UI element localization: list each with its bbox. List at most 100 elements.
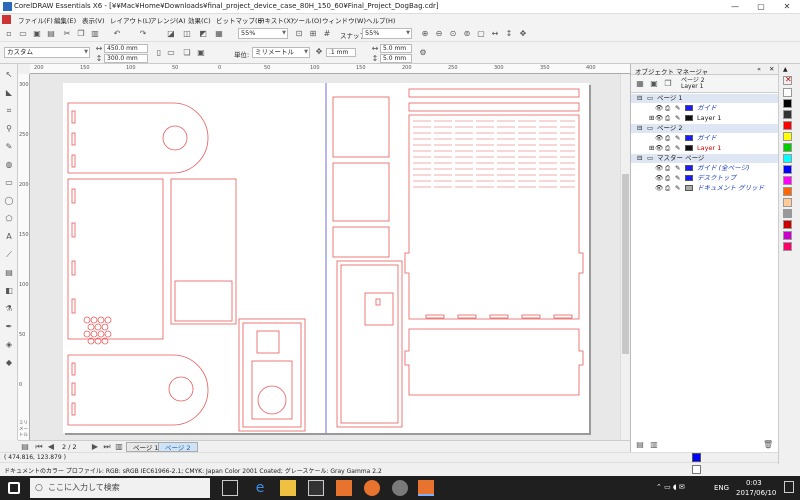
- print-icon[interactable]: ⎙: [665, 174, 670, 183]
- duplicate-y-field[interactable]: 5.0 mm: [380, 54, 412, 63]
- color-profile-info[interactable]: ドキュメントのカラー プロファイル: RGB: sRGB IEC61966-2.…: [4, 466, 382, 475]
- tree-layer-grid[interactable]: 👁 ⎙ ✎ ドキュメント グリッド: [631, 184, 779, 193]
- save-icon[interactable]: ▣: [32, 29, 42, 39]
- new-document-icon[interactable]: ▫: [4, 29, 14, 39]
- color-swatch[interactable]: [783, 88, 792, 97]
- transparency-tool-icon[interactable]: ◧: [4, 286, 14, 296]
- vertical-scrollbar[interactable]: [620, 74, 630, 440]
- connector-tool-icon[interactable]: ⟋: [4, 250, 14, 260]
- menu-edit[interactable]: 編集(E): [54, 15, 76, 25]
- zoom-width-icon[interactable]: ↔: [490, 29, 500, 39]
- color-swatch[interactable]: [783, 198, 792, 207]
- zoom-height-icon[interactable]: ↕: [504, 29, 514, 39]
- store-icon[interactable]: [308, 480, 324, 496]
- full-screen-icon[interactable]: ⊡: [294, 29, 304, 39]
- menu-layout[interactable]: レイアウト(L): [110, 15, 151, 25]
- edit-lock-icon[interactable]: ✎: [675, 134, 680, 143]
- document-page[interactable]: [63, 83, 589, 433]
- edge-browser-icon[interactable]: e: [252, 480, 268, 496]
- palette-scroll-up-icon[interactable]: ▲: [783, 66, 788, 73]
- zoom-all-icon[interactable]: ⊚: [462, 29, 472, 39]
- start-button-icon[interactable]: [8, 482, 20, 494]
- expand-icon[interactable]: ⊞: [649, 114, 654, 123]
- color-swatch[interactable]: [783, 242, 792, 251]
- tree-layer-guides-all[interactable]: 👁 ⎙ ✎ ガイド (全ページ): [631, 164, 779, 173]
- print-icon[interactable]: ⎙: [665, 164, 670, 173]
- color-swatch[interactable]: [783, 121, 792, 130]
- layer-color-swatch[interactable]: [685, 145, 693, 151]
- maximize-button[interactable]: ▢: [748, 0, 774, 14]
- paste-icon[interactable]: ▥: [90, 29, 100, 39]
- color-swatch[interactable]: [783, 143, 792, 152]
- menu-arrange[interactable]: アレンジ(A): [150, 15, 186, 25]
- coreldraw-app-icon[interactable]: [3, 2, 12, 11]
- color-swatch[interactable]: [783, 165, 792, 174]
- expand-icon[interactable]: ⊟: [637, 124, 642, 133]
- edit-lock-icon[interactable]: ✎: [675, 114, 680, 123]
- all-pages-icon[interactable]: ❏: [182, 48, 192, 58]
- close-button[interactable]: ✕: [774, 0, 800, 14]
- print-icon[interactable]: ⎙: [665, 184, 670, 193]
- eye-icon[interactable]: 👁: [655, 174, 663, 183]
- show-properties-icon[interactable]: ▦: [635, 79, 645, 89]
- horizontal-ruler[interactable]: 200 150 100 50 0 50 100 150 200 250 300 …: [30, 64, 630, 74]
- drop-shadow-tool-icon[interactable]: ▤: [4, 268, 14, 278]
- eye-icon[interactable]: 👁: [655, 184, 663, 193]
- layer-manager-icon[interactable]: ❐: [663, 79, 673, 89]
- print-icon[interactable]: ▤: [46, 29, 56, 39]
- eye-icon[interactable]: 👁: [655, 164, 663, 173]
- app-icon-orange[interactable]: [336, 480, 352, 496]
- tree-layer-desktop[interactable]: 👁 ⎙ ✎ デスクトップ: [631, 174, 779, 183]
- units-combo[interactable]: ミリメートル ▼: [252, 47, 310, 58]
- menu-view[interactable]: 表示(V): [82, 15, 105, 25]
- app-icon-gray[interactable]: [392, 480, 408, 496]
- outline-tool-icon[interactable]: ✒: [4, 322, 14, 332]
- pan-icon[interactable]: ✥: [518, 29, 528, 39]
- menu-window[interactable]: ウィンドウ(W): [322, 15, 366, 25]
- tree-page-1[interactable]: ⊟ ▭ ページ 1: [631, 94, 779, 103]
- redo-icon[interactable]: ↷: [138, 29, 148, 39]
- fill-tool-icon[interactable]: ◈: [4, 340, 14, 350]
- edit-lock-icon[interactable]: ✎: [675, 144, 680, 153]
- tree-page-2[interactable]: ⊟ ▭ ページ 2: [631, 124, 779, 133]
- duplicate-x-field[interactable]: 5.0 mm: [380, 44, 412, 53]
- next-page-icon[interactable]: ▶: [90, 442, 100, 452]
- freehand-tool-icon[interactable]: ✎: [4, 142, 14, 152]
- eye-icon[interactable]: 👁: [655, 104, 663, 113]
- color-swatch[interactable]: [783, 132, 792, 141]
- color-swatch[interactable]: [783, 209, 792, 218]
- text-tool-icon[interactable]: A: [4, 232, 14, 242]
- last-page-icon[interactable]: ⏭: [102, 442, 112, 452]
- page-width-field[interactable]: 450.0 mm: [104, 44, 148, 53]
- docker-collapse-icon[interactable]: «: [757, 65, 761, 73]
- color-swatch[interactable]: [783, 231, 792, 240]
- page-height-field[interactable]: 300.0 mm: [104, 54, 148, 63]
- outline-indicator-icon[interactable]: [692, 453, 701, 462]
- eyedropper-tool-icon[interactable]: ⚗: [4, 304, 14, 314]
- tree-master-page[interactable]: ⊟ ▭ マスター ページ: [631, 154, 779, 163]
- print-icon[interactable]: ⎙: [665, 104, 670, 113]
- scrollbar-thumb[interactable]: [622, 174, 629, 354]
- vertical-ruler[interactable]: 300 250 200 150 100 50 0 ミリメートル: [18, 74, 30, 440]
- expand-icon[interactable]: ⊞: [649, 144, 654, 153]
- layer-color-swatch[interactable]: [685, 165, 693, 171]
- new-master-layer-icon[interactable]: ▥: [649, 440, 659, 450]
- color-swatch[interactable]: [783, 99, 792, 108]
- notification-center-icon[interactable]: [784, 481, 794, 493]
- edit-lock-icon[interactable]: ✎: [675, 164, 680, 173]
- smart-fill-tool-icon[interactable]: ◍: [4, 160, 14, 170]
- menu-help[interactable]: ヘルプ(H): [366, 15, 395, 25]
- edit-across-layers-icon[interactable]: ▣: [649, 79, 659, 89]
- color-swatch[interactable]: [783, 154, 792, 163]
- coreldraw-taskbar-icon[interactable]: [418, 480, 434, 496]
- grid-icon[interactable]: #: [322, 29, 332, 39]
- drawing-canvas[interactable]: [30, 74, 620, 440]
- zoom-tool-icon[interactable]: ⚲: [4, 124, 14, 134]
- zoom-out-icon[interactable]: ⊖: [434, 29, 444, 39]
- menu-text[interactable]: テキスト(X): [258, 15, 293, 25]
- portrait-icon[interactable]: ▯: [154, 48, 164, 58]
- layer-color-swatch[interactable]: [685, 135, 693, 141]
- ellipse-tool-icon[interactable]: ◯: [4, 196, 14, 206]
- interactive-fill-tool-icon[interactable]: ◆: [4, 358, 14, 368]
- copy-icon[interactable]: ❐: [76, 29, 86, 39]
